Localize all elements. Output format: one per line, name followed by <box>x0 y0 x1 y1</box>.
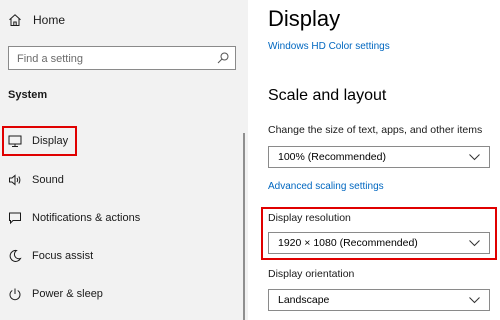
home-label: Home <box>33 13 66 27</box>
search-icon[interactable] <box>217 52 229 64</box>
sidebar-item-sound[interactable]: Sound <box>8 170 208 190</box>
scale-label: Change the size of text, apps, and other… <box>268 124 483 136</box>
sidebar-item-label: Sound <box>32 174 64 186</box>
chevron-down-icon <box>469 297 480 304</box>
home-nav-item[interactable]: Home <box>8 10 65 30</box>
display-settings-pane: Display Windows HD Color settings Scale … <box>248 0 500 320</box>
sidebar-item-label: Focus assist <box>32 250 94 262</box>
speaker-icon <box>9 174 21 186</box>
section-title-system: System <box>8 89 48 101</box>
home-icon <box>9 14 21 26</box>
chevron-down-icon <box>469 154 480 161</box>
resolution-highlight-box <box>261 207 497 260</box>
orientation-label: Display orientation <box>268 268 355 280</box>
sidebar-item-focus-assist[interactable]: Focus assist <box>8 246 208 266</box>
orientation-value: Landscape <box>278 294 330 306</box>
scale-value: 100% (Recommended) <box>278 151 386 163</box>
display-highlight-box <box>2 126 77 156</box>
power-icon <box>9 288 21 301</box>
orientation-dropdown[interactable]: Landscape <box>268 289 490 311</box>
page-title: Display <box>268 6 341 31</box>
search-box[interactable] <box>8 46 236 70</box>
sidebar-item-label: Power & sleep <box>32 288 103 300</box>
search-input[interactable] <box>17 51 207 66</box>
advanced-scaling-link[interactable]: Advanced scaling settings <box>268 181 384 192</box>
moon-icon <box>9 249 22 262</box>
sidebar-item-notifications[interactable]: Notifications & actions <box>8 208 208 228</box>
sidebar-scrollbar[interactable] <box>243 133 245 320</box>
sidebar-item-power-sleep[interactable]: Power & sleep <box>8 284 208 304</box>
settings-sidebar: Home System Display Sound Notifications … <box>0 0 248 320</box>
scale-dropdown[interactable]: 100% (Recommended) <box>268 146 490 168</box>
scale-layout-heading: Scale and layout <box>268 87 387 104</box>
notification-icon <box>9 212 21 225</box>
sidebar-item-label: Notifications & actions <box>32 212 141 224</box>
hd-color-settings-link[interactable]: Windows HD Color settings <box>268 41 390 52</box>
